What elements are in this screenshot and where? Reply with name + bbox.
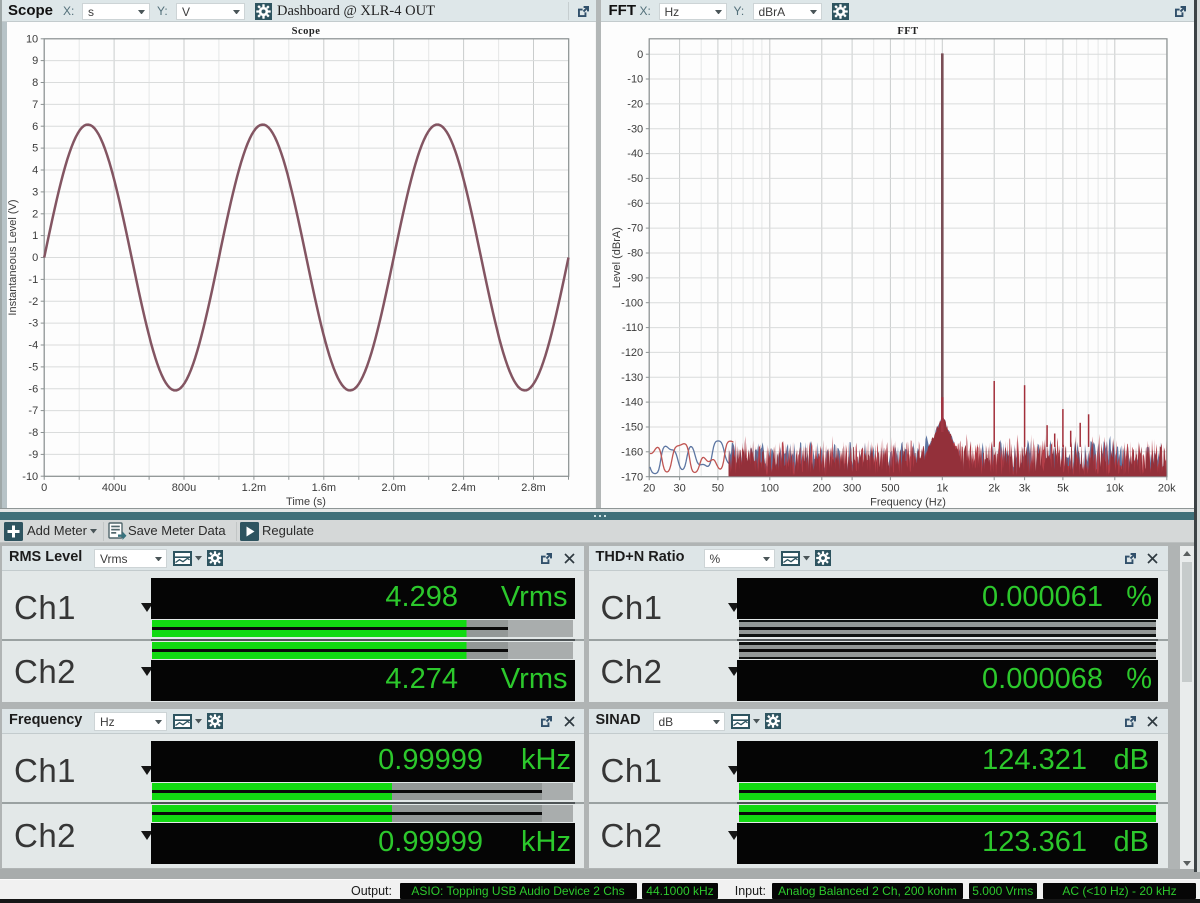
svg-text:2.4m: 2.4m [451, 482, 475, 494]
svg-text:-50: -50 [627, 173, 643, 185]
svg-text:9: 9 [32, 55, 38, 67]
svg-text:10: 10 [26, 33, 38, 45]
svg-text:20: 20 [643, 483, 655, 495]
svg-text:-3: -3 [28, 318, 38, 330]
svg-text:2.0m: 2.0m [381, 482, 405, 494]
svg-text:-150: -150 [621, 422, 643, 434]
svg-text:-5: -5 [28, 362, 38, 374]
svg-text:Time (s): Time (s) [286, 496, 326, 508]
svg-text:300: 300 [842, 483, 860, 495]
svg-text:-80: -80 [627, 248, 643, 260]
svg-text:-9: -9 [28, 449, 38, 461]
svg-text:20k: 20k [1157, 483, 1175, 495]
svg-text:-8: -8 [28, 427, 38, 439]
svg-text:1: 1 [32, 230, 38, 242]
svg-text:-30: -30 [627, 123, 643, 135]
svg-text:500: 500 [881, 483, 899, 495]
svg-text:-70: -70 [627, 223, 643, 235]
svg-text:1k: 1k [936, 483, 948, 495]
svg-text:-2: -2 [28, 296, 38, 308]
svg-text:-140: -140 [621, 397, 643, 409]
svg-text:-60: -60 [627, 198, 643, 210]
svg-text:200: 200 [812, 483, 830, 495]
svg-text:6: 6 [32, 121, 38, 133]
svg-text:-100: -100 [621, 297, 643, 309]
svg-text:7: 7 [32, 99, 38, 111]
svg-text:0: 0 [41, 482, 47, 494]
svg-text:5k: 5k [1057, 483, 1069, 495]
svg-text:-130: -130 [621, 372, 643, 384]
svg-text:10k: 10k [1105, 483, 1123, 495]
svg-text:-10: -10 [22, 471, 38, 483]
svg-text:-1: -1 [28, 274, 38, 286]
svg-text:50: 50 [711, 483, 723, 495]
svg-text:-6: -6 [28, 383, 38, 395]
svg-text:0: 0 [637, 49, 643, 61]
svg-text:-120: -120 [621, 347, 643, 359]
svg-text:Level (dBrA): Level (dBrA) [611, 227, 623, 288]
svg-text:5: 5 [32, 143, 38, 155]
svg-text:1.2m: 1.2m [242, 482, 266, 494]
svg-text:8: 8 [32, 77, 38, 89]
svg-text:4: 4 [32, 165, 38, 177]
svg-text:-20: -20 [627, 99, 643, 111]
svg-text:0: 0 [32, 252, 38, 264]
svg-text:-170: -170 [621, 471, 643, 483]
svg-text:30: 30 [673, 483, 685, 495]
svg-text:-7: -7 [28, 405, 38, 417]
svg-text:Scope: Scope [292, 26, 321, 37]
svg-text:-160: -160 [621, 446, 643, 458]
svg-text:Frequency (Hz): Frequency (Hz) [870, 497, 946, 508]
svg-text:3: 3 [32, 187, 38, 199]
svg-text:-10: -10 [627, 74, 643, 86]
svg-text:400u: 400u [102, 482, 126, 494]
svg-text:Instantaneous Level (V): Instantaneous Level (V) [7, 199, 19, 315]
svg-text:-40: -40 [627, 148, 643, 160]
svg-text:-4: -4 [28, 340, 38, 352]
svg-text:800u: 800u [172, 482, 196, 494]
svg-text:2.8m: 2.8m [521, 482, 545, 494]
svg-text:100: 100 [760, 483, 778, 495]
svg-text:3k: 3k [1018, 483, 1030, 495]
svg-text:-90: -90 [627, 273, 643, 285]
svg-text:FFT: FFT [897, 26, 918, 37]
svg-text:2: 2 [32, 208, 38, 220]
svg-text:-110: -110 [621, 322, 642, 334]
svg-text:1.6m: 1.6m [312, 482, 336, 494]
svg-text:2k: 2k [988, 483, 1000, 495]
